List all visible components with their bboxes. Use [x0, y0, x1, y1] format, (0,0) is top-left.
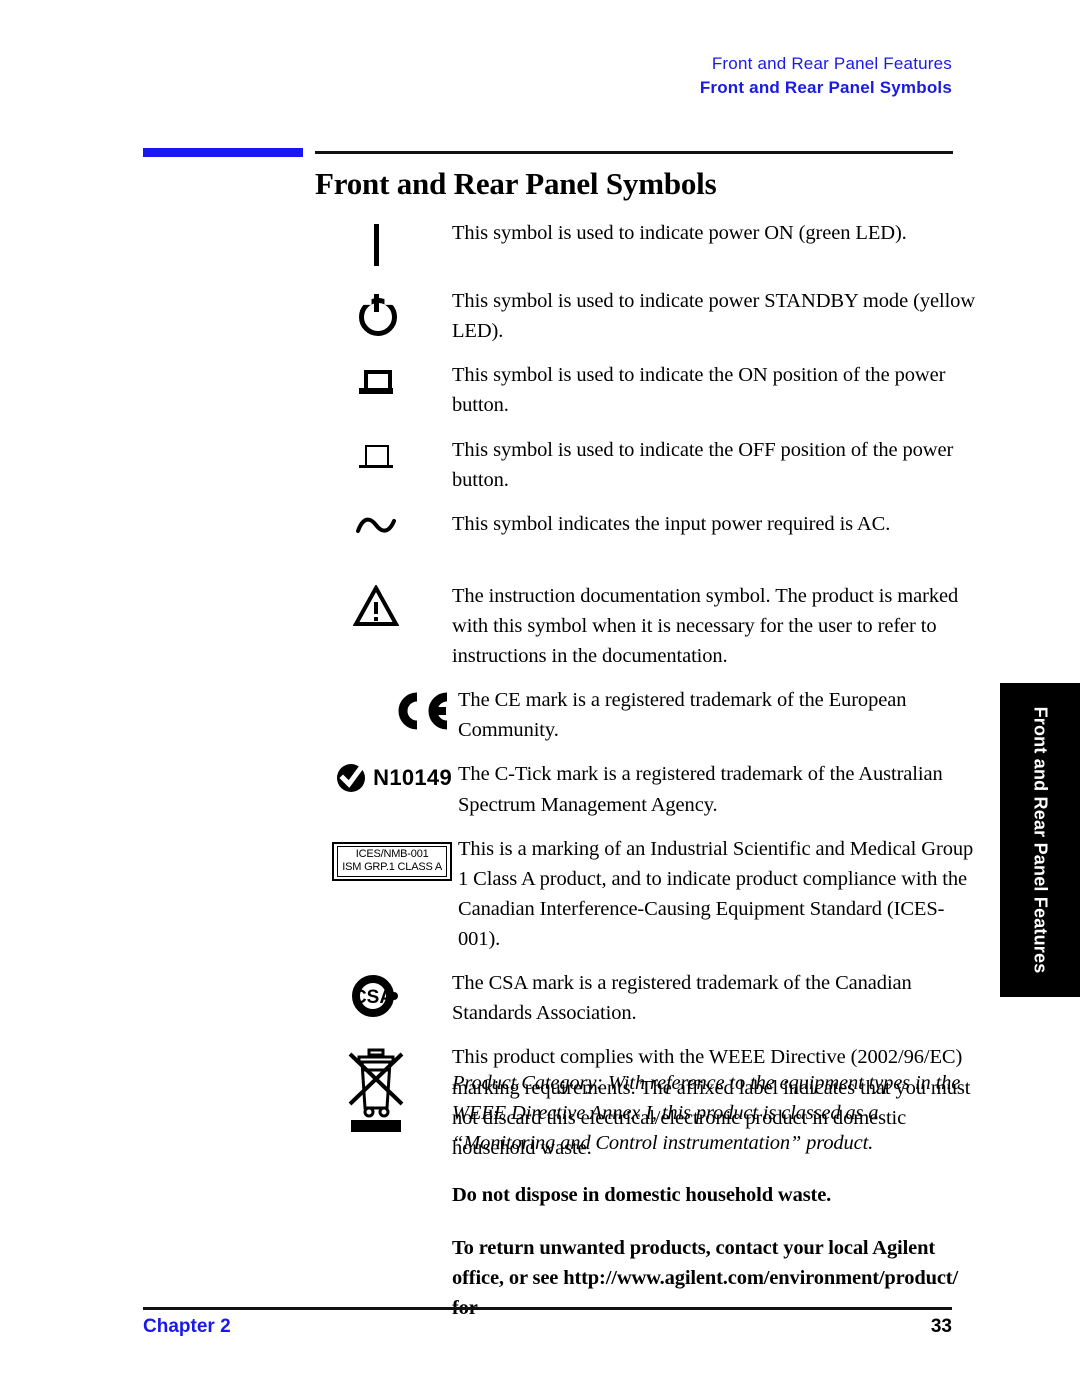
symbol-row: N10149 The C-Tick mark is a registered t…: [300, 759, 980, 819]
row-spacer: [300, 745, 980, 759]
symbol-row: This symbol is used to indicate the OFF …: [300, 435, 980, 495]
row-spacer: [300, 421, 980, 435]
symbol-description: The CE mark is a registered trademark of…: [458, 689, 907, 742]
symbol-description: This symbol is used to indicate power ST…: [452, 290, 976, 343]
csa-mark-icon: CSA: [352, 975, 398, 1018]
symbol-row: This symbol is used to indicate the ON p…: [300, 360, 980, 420]
running-header-chapter: Front and Rear Panel Features: [711, 54, 952, 73]
symbol-description: This symbol is used to indicate the ON p…: [452, 364, 946, 417]
title-blue-bar: [143, 148, 303, 157]
ce-mark-icon: [398, 692, 448, 730]
on-base-bar: [359, 388, 393, 395]
symbol-description: This symbol is used to indicate power ON…: [452, 222, 907, 244]
page-footer: Chapter 2 33: [143, 1316, 952, 1338]
off-base-bar: [359, 464, 393, 468]
ac-power-icon: [356, 517, 396, 533]
title-black-rule: [315, 151, 953, 154]
symbol-description: The C-Tick mark is a registered trademar…: [458, 763, 943, 816]
row-spacer: [300, 671, 980, 685]
symbol-description: The CSA mark is a registered trademark o…: [452, 972, 912, 1025]
title-rule-group: [143, 148, 953, 160]
row-spacer: [300, 1028, 980, 1042]
symbol-icon-cell: [300, 435, 452, 475]
power-button-on-position-icon: [359, 368, 393, 400]
symbol-icon-cell: [300, 685, 458, 731]
c-tick-number: N10149: [373, 765, 452, 791]
weee-product-category-block: Product Category: With reference to the …: [452, 1068, 972, 1323]
ices-label-inner: ICES/NMB-001 ISM GRP.1 CLASS A: [337, 845, 447, 877]
symbol-description: This symbol is used to indicate the OFF …: [452, 438, 954, 491]
row-spacer: [300, 561, 980, 581]
ices-line-2: ISM GRP.1 CLASS A: [342, 860, 442, 873]
symbol-row: This symbol indicates the input power re…: [300, 509, 980, 541]
row-spacer: [300, 495, 980, 509]
symbol-row: The instruction documentation symbol. Th…: [300, 581, 980, 671]
side-tab-label: Front and Rear Panel Features: [1030, 706, 1051, 974]
standby-stem: [374, 294, 379, 312]
ices-line-1: ICES/NMB-001: [355, 847, 429, 860]
symbol-row: This symbol is used to indicate power ST…: [300, 286, 980, 346]
symbol-icon-cell: [300, 581, 452, 627]
symbol-description: This is a marking of an Industrial Scien…: [458, 837, 974, 950]
footer-page-number: 33: [930, 1316, 952, 1337]
do-not-dispose-text: Do not dispose in domestic household was…: [452, 1184, 832, 1207]
weee-crossed-bin-icon: [348, 1048, 404, 1133]
symbol-icon-cell: ICES/NMB-001 ISM GRP.1 CLASS A: [300, 834, 458, 881]
running-header-section: Front and Rear Panel Symbols: [699, 78, 952, 98]
svg-text:CSA: CSA: [353, 987, 393, 1008]
symbol-icon-cell: [300, 360, 452, 400]
row-spacer: [300, 954, 980, 968]
product-category-text: Product Category: With reference to the …: [452, 1072, 961, 1155]
running-header: Front and Rear Panel Features Front and …: [700, 52, 952, 100]
symbol-row: CSA The CSA mark is a registered tradema…: [300, 968, 980, 1028]
warning-triangle-icon: [353, 584, 399, 626]
symbol-icon-cell: [300, 509, 452, 541]
footer-chapter: Chapter 2: [143, 1316, 231, 1337]
row-spacer: [300, 346, 980, 360]
power-on-bar-icon: [373, 224, 379, 266]
symbol-icon-cell: CSA: [300, 968, 452, 1018]
c-tick-mark-icon: [337, 764, 366, 793]
symbol-row: ICES/NMB-001 ISM GRP.1 CLASS A This is a…: [300, 834, 980, 955]
symbol-icon-cell: [300, 1042, 452, 1134]
c-tick-group: N10149: [336, 763, 452, 793]
symbol-icon-cell: [300, 286, 452, 336]
symbol-row: The CE mark is a registered trademark of…: [300, 685, 980, 745]
symbol-list: This symbol is used to indicate power ON…: [300, 218, 980, 1163]
power-button-off-position-icon: [359, 443, 393, 475]
off-square: [365, 444, 389, 465]
power-standby-icon: [359, 294, 397, 336]
row-spacer: [300, 266, 980, 286]
page-title: Front and Rear Panel Symbols: [315, 166, 717, 201]
row-spacer: [300, 820, 980, 834]
symbol-description: The instruction documentation symbol. Th…: [452, 584, 959, 667]
on-square: [364, 370, 392, 391]
symbol-description: This symbol indicates the input power re…: [452, 512, 891, 535]
row-spacer: [300, 541, 980, 561]
symbol-row: This symbol is used to indicate power ON…: [300, 218, 980, 266]
side-tab: Front and Rear Panel Features: [1000, 683, 1080, 997]
footer-rule: [143, 1307, 952, 1310]
symbol-icon-cell: [300, 218, 452, 266]
ices-nmb-label-icon: ICES/NMB-001 ISM GRP.1 CLASS A: [332, 841, 452, 881]
symbol-icon-cell: N10149: [300, 759, 458, 793]
